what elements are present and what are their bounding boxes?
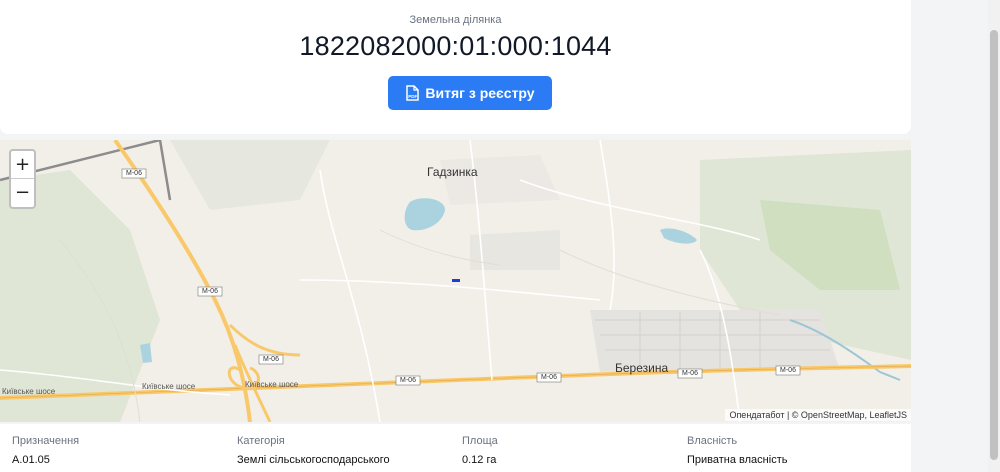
pdf-file-icon: PDF: [405, 85, 420, 101]
area-value: 0.12 га: [462, 454, 497, 466]
ownership-value: Приватна власність: [687, 454, 788, 466]
parcel-number: 1822082000:01:000:1044: [299, 31, 612, 61]
road-label-kyiv-highway-1: Київське шосе: [2, 387, 56, 396]
area-field: Площа 0.12 га: [462, 435, 498, 466]
zoom-out-button[interactable]: −: [11, 179, 34, 207]
purpose-label: Призначення: [12, 435, 80, 447]
road-label-m06-2: M-06: [202, 288, 218, 295]
place-label-gadzynka: Гадзинка: [427, 165, 478, 179]
category-field: Категорія Землі сільськогосподарського: [237, 435, 390, 466]
svg-text:PDF: PDF: [409, 94, 418, 99]
category-label: Категорія: [237, 435, 285, 447]
road-label-m06-3: M-06: [263, 356, 279, 363]
area-label: Площа: [462, 435, 498, 447]
map-view[interactable]: M-06 M-06 M-06 M-06 M-06 M-06 M-06 Київс…: [0, 140, 911, 422]
road-label-m06-6: M-06: [682, 370, 698, 377]
registry-extract-label: Витяг з реєстру: [425, 85, 535, 101]
map-attribution[interactable]: Опендатабот | © OpenStreetMap, LeafletJS: [725, 409, 911, 421]
road-label-m06-7: M-06: [780, 367, 796, 374]
page-scrollbar[interactable]: [988, 0, 1000, 472]
scrollbar-thumb[interactable]: [990, 30, 998, 460]
ownership-field: Власність Приватна власність: [687, 435, 787, 466]
registry-extract-button[interactable]: PDF Витяг з реєстру: [388, 76, 552, 110]
page-subtitle: Земельна ділянка: [409, 14, 502, 26]
category-value: Землі сільськогосподарського: [237, 454, 390, 466]
zoom-in-button[interactable]: +: [11, 151, 34, 179]
road-label-m06-1: M-06: [126, 170, 142, 177]
parcel-header: Земельна ділянка 1822082000:01:000:1044 …: [0, 0, 911, 134]
road-label-m06-5: M-06: [541, 374, 557, 381]
place-label-berezyna: Березина: [615, 361, 669, 375]
road-label-kyiv-highway-3: Київське шосе: [245, 380, 299, 389]
parcel-info: Призначення A.01.05 Категорія Землі сіль…: [0, 424, 911, 472]
ownership-label: Власність: [687, 435, 738, 447]
zoom-control: + −: [9, 149, 36, 209]
road-label-m06-4: M-06: [400, 377, 416, 384]
purpose-value: A.01.05: [12, 454, 50, 466]
purpose-field: Призначення A.01.05: [12, 435, 79, 466]
road-label-kyiv-highway-2: Київське шосе: [142, 382, 196, 391]
map-canvas: [0, 140, 911, 422]
